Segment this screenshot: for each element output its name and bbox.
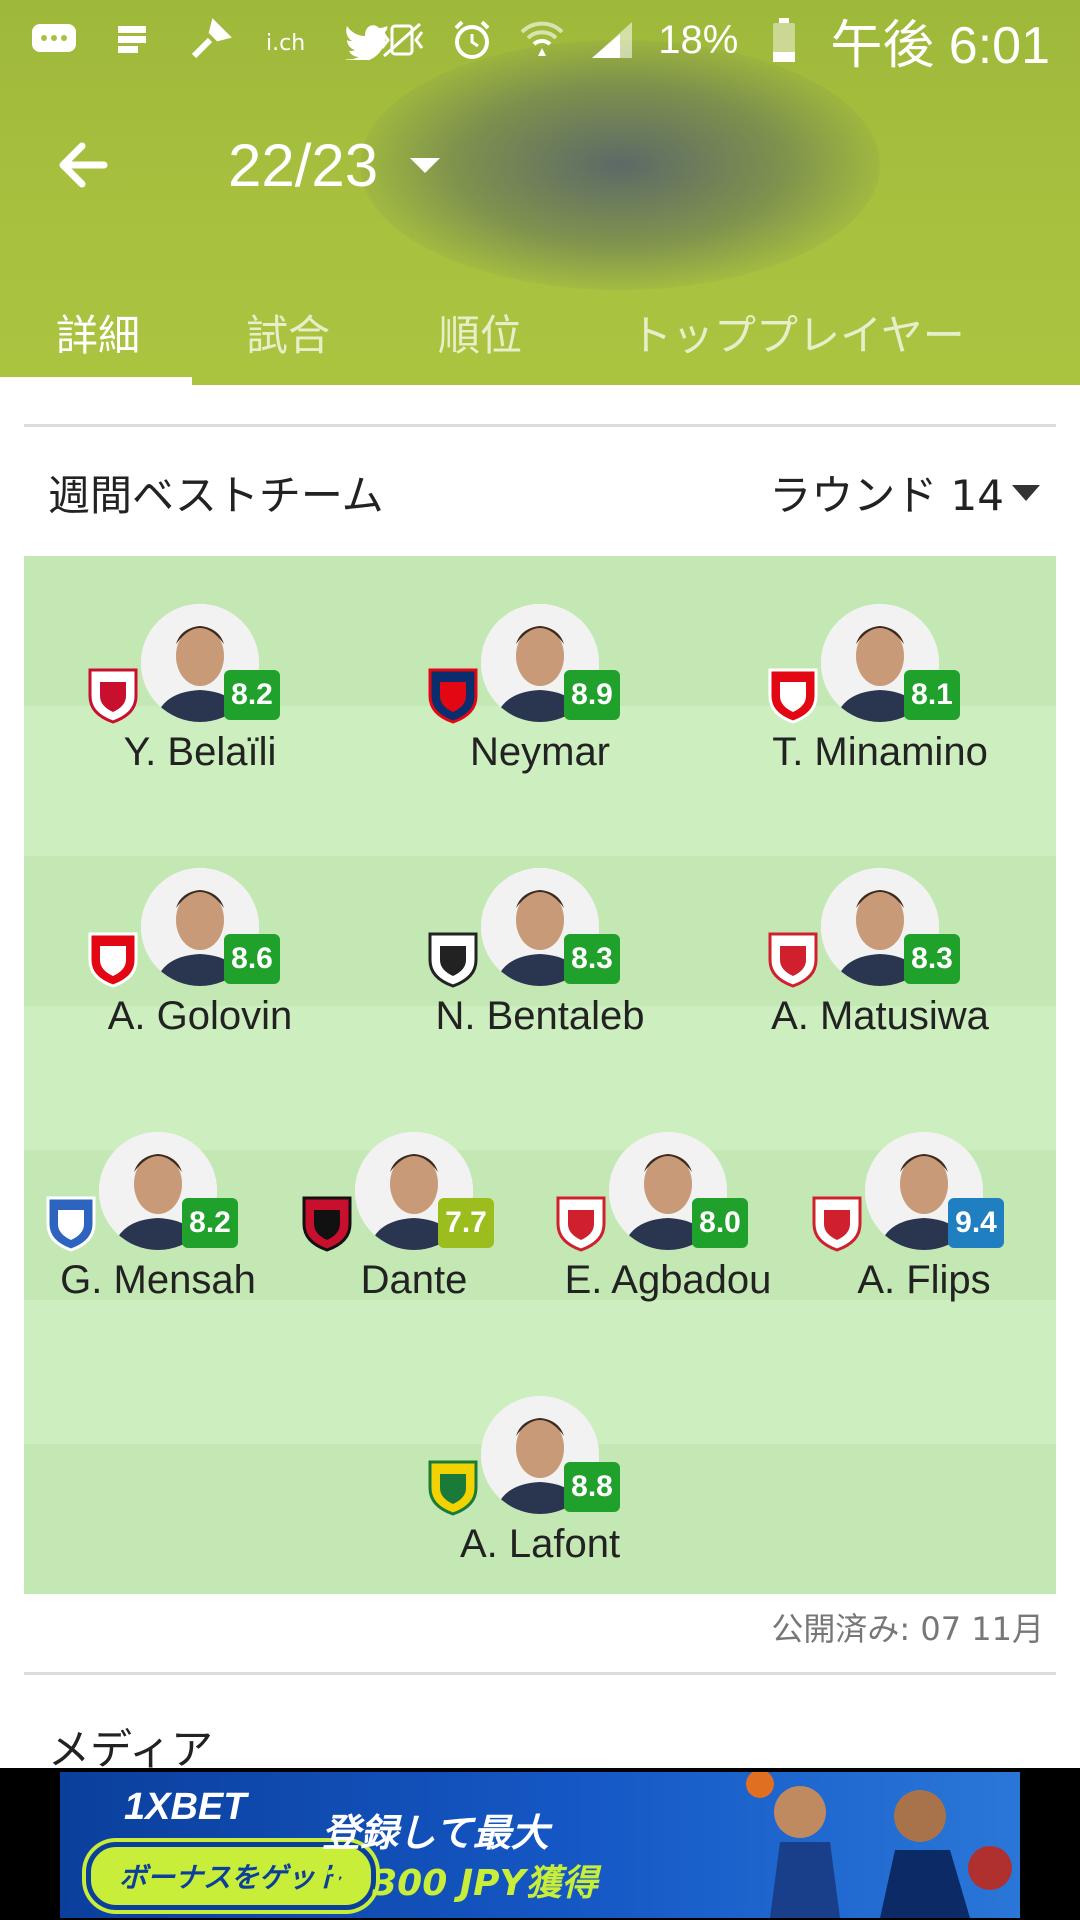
tab-top-players[interactable]: トッププレイヤー bbox=[630, 280, 965, 385]
ad-headline: 登録して最大 bbox=[322, 1811, 549, 1855]
ich-app-icon: i.ch bbox=[264, 20, 312, 60]
tab-details[interactable]: 詳細 bbox=[56, 280, 140, 385]
app-header: i.ch 18% 午後 6:01 22/23 詳細 試合 順位 トッププレイヤー bbox=[0, 0, 1080, 385]
clock: 午後 6:01 bbox=[830, 16, 1050, 75]
tab-overflow[interactable] bbox=[1070, 280, 1080, 385]
rating-badge: 8.3 bbox=[904, 934, 960, 984]
battery-icon bbox=[760, 18, 808, 62]
ad-content[interactable]: 1XBET ボーナスをゲット 登録して最大 12300 JPY獲得 bbox=[60, 1772, 1020, 1918]
alarm-icon bbox=[448, 20, 496, 60]
status-bar: i.ch 18% 午後 6:01 bbox=[0, 0, 1080, 80]
wrench-icon bbox=[186, 18, 234, 60]
team-of-week-title: 週間ベストチーム bbox=[48, 471, 384, 520]
message-icon bbox=[30, 20, 78, 60]
club-crest-icon bbox=[766, 930, 820, 988]
ad-brand: 1XBET bbox=[124, 1786, 247, 1828]
battery-percent: 18% bbox=[658, 17, 739, 62]
rating-badge: 8.0 bbox=[692, 1198, 748, 1248]
rating-badge: 8.1 bbox=[904, 670, 960, 720]
player-card[interactable]: 8.3 A. Matusiwa bbox=[750, 868, 1010, 1058]
wifi-icon bbox=[518, 20, 566, 60]
player-name: N. Bentaleb bbox=[435, 994, 645, 1038]
signal-icon bbox=[588, 20, 636, 60]
tab-standings[interactable]: 順位 bbox=[438, 280, 522, 385]
player-name: Y. Belaïli bbox=[123, 730, 277, 774]
published-date: 公開済み: 07 11月 bbox=[771, 1610, 1044, 1648]
club-crest-icon bbox=[426, 930, 480, 988]
round-selector[interactable]: ラウンド 14 bbox=[769, 462, 1040, 523]
section-divider bbox=[24, 424, 1056, 427]
toolbar: 22/23 bbox=[0, 110, 1080, 210]
player-name: T. Minamino bbox=[772, 730, 988, 774]
ad-athletes-image bbox=[746, 1772, 1012, 1918]
club-crest-icon bbox=[86, 666, 140, 724]
rating-badge: 8.2 bbox=[182, 1198, 238, 1248]
player-card[interactable]: 8.1 T. Minamino bbox=[750, 604, 1010, 794]
rating-badge: 8.9 bbox=[564, 670, 620, 720]
chevron-down-icon bbox=[1012, 484, 1040, 501]
tab-matches[interactable]: 試合 bbox=[246, 280, 330, 385]
ad-offer: 12300 JPY獲得 bbox=[322, 1863, 598, 1904]
club-crest-icon bbox=[86, 930, 140, 988]
active-tab-indicator bbox=[0, 377, 192, 385]
rating-badge: 8.3 bbox=[564, 934, 620, 984]
player-name: A. Lafont bbox=[459, 1522, 621, 1566]
rating-badge: 7.7 bbox=[438, 1198, 494, 1248]
ad-banner[interactable]: 1XBET ボーナスをゲット 登録して最大 12300 JPY獲得 bbox=[0, 1768, 1080, 1920]
club-crest-icon bbox=[766, 666, 820, 724]
player-name: A. Matusiwa bbox=[771, 994, 989, 1038]
stack-icon bbox=[108, 20, 156, 60]
club-crest-icon bbox=[810, 1194, 864, 1252]
vibrate-icon bbox=[378, 20, 426, 60]
club-crest-icon bbox=[426, 1458, 480, 1516]
tab-bar: 詳細 試合 順位 トッププレイヤー bbox=[0, 280, 1080, 385]
player-name: A. Flips bbox=[857, 1258, 991, 1302]
season-selector[interactable]: 22/23 bbox=[228, 120, 441, 210]
player-card[interactable]: 8.6 A. Golovin bbox=[70, 868, 330, 1058]
back-button[interactable] bbox=[50, 130, 120, 200]
season-label: 22/23 bbox=[228, 131, 379, 199]
rating-badge: 8.6 bbox=[224, 934, 280, 984]
player-card[interactable]: 8.8 A. Lafont bbox=[410, 1396, 670, 1586]
rating-badge: 9.4 bbox=[948, 1198, 1004, 1248]
section-divider bbox=[24, 1672, 1056, 1675]
arrow-left-icon bbox=[59, 142, 108, 188]
rating-badge: 8.2 bbox=[224, 670, 280, 720]
club-crest-icon bbox=[426, 666, 480, 724]
player-card[interactable]: 8.3 N. Bentaleb bbox=[410, 868, 670, 1058]
player-card[interactable]: 8.9 Neymar bbox=[410, 604, 670, 794]
svg-text:i.ch: i.ch bbox=[266, 31, 305, 56]
club-crest-icon bbox=[554, 1194, 608, 1252]
player-card[interactable]: 8.2 Y. Belaïli bbox=[70, 604, 330, 794]
rating-badge: 8.8 bbox=[564, 1462, 620, 1512]
round-label: ラウンド 14 bbox=[769, 471, 1004, 520]
club-crest-icon bbox=[300, 1194, 354, 1252]
player-card[interactable]: 9.4 A. Flips bbox=[794, 1132, 1054, 1322]
player-name: Neymar bbox=[469, 730, 611, 774]
player-name: A. Golovin bbox=[107, 994, 293, 1038]
club-crest-icon bbox=[44, 1194, 98, 1252]
chevron-down-icon bbox=[410, 157, 441, 173]
